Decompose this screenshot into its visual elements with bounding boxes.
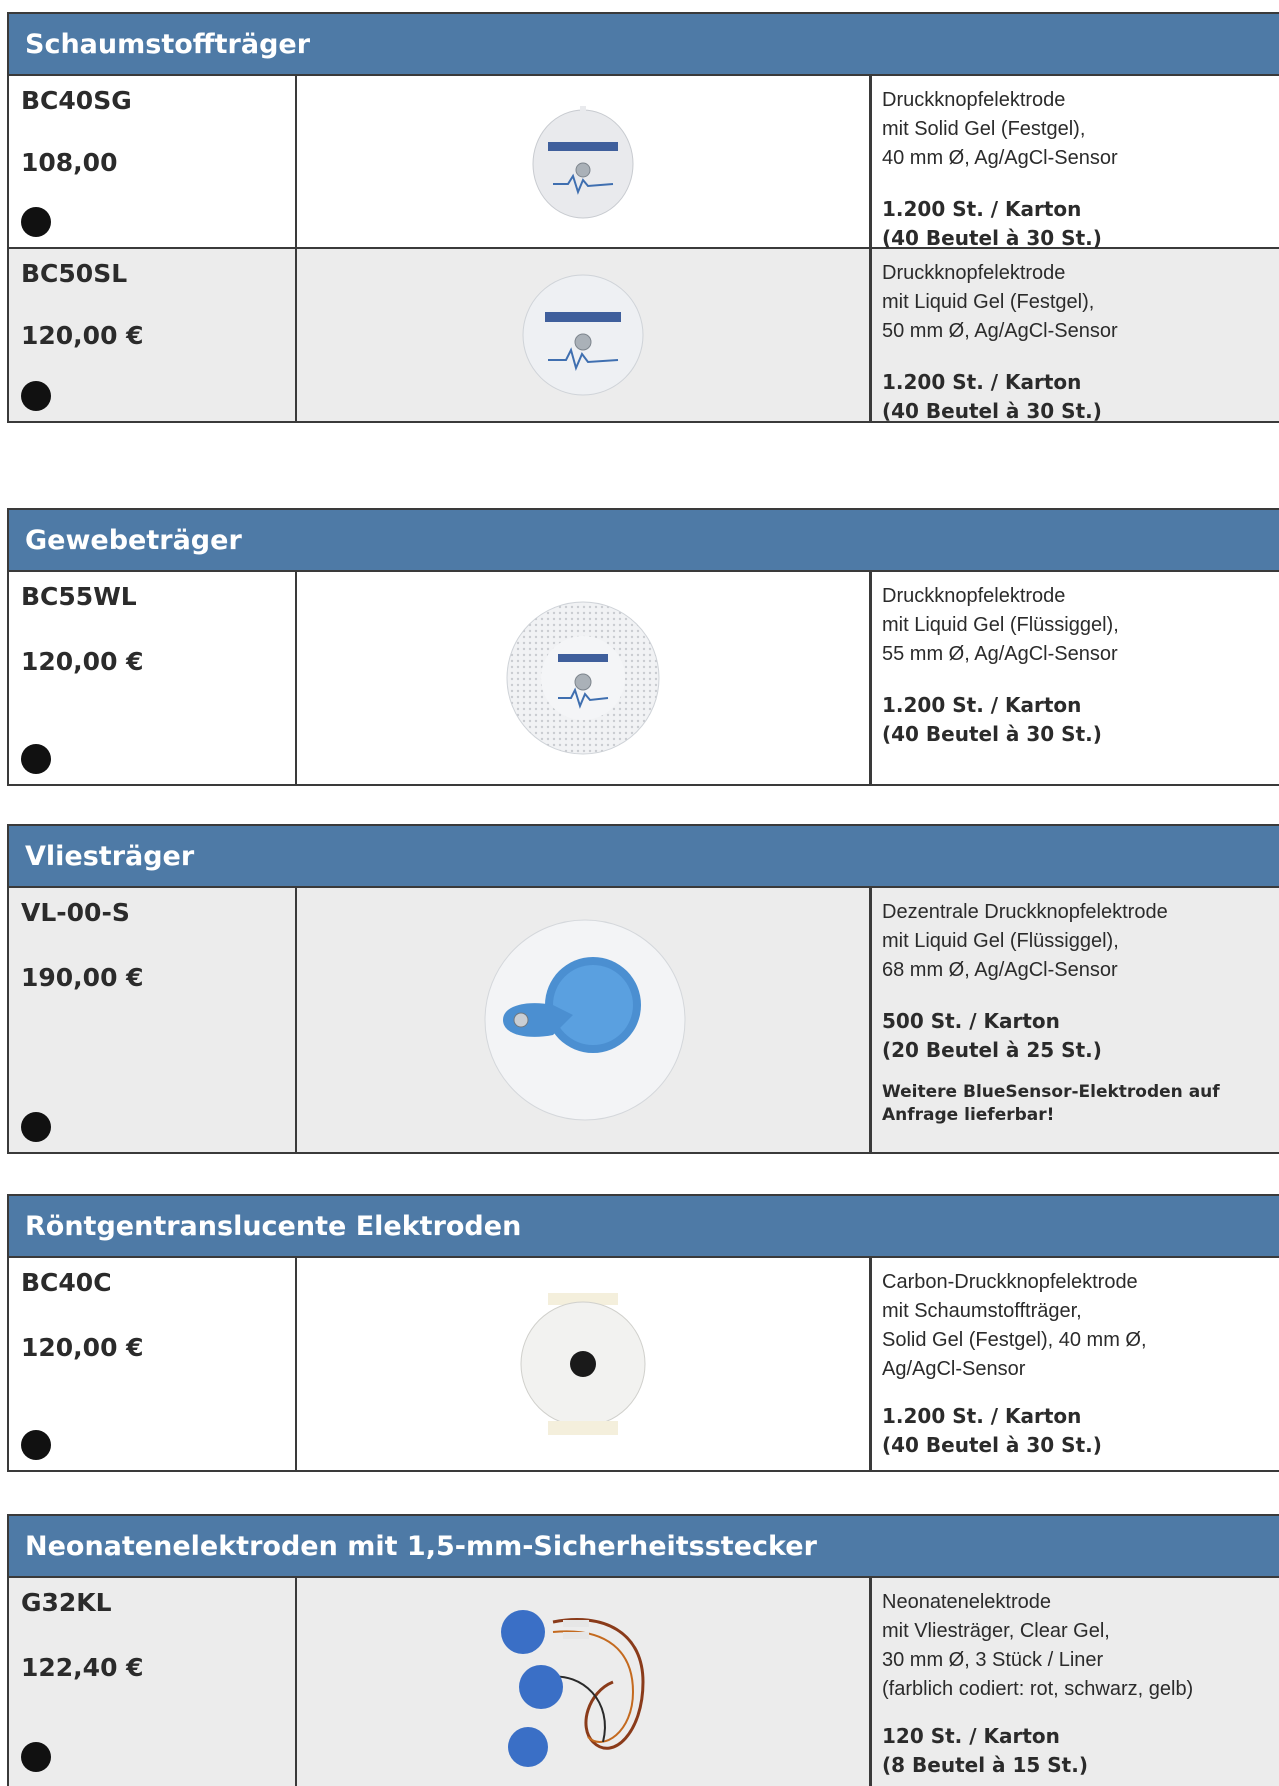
electrode-image-icon	[506, 601, 660, 755]
description-line: 40 mm Ø, Ag/AgCl-Sensor	[882, 147, 1118, 169]
product-id-cell: BC40SG 108,00	[9, 76, 297, 247]
product-details-cell: Druckknopfelektrode mit Liquid Gel (Flüs…	[872, 572, 1279, 784]
product-image-cell	[297, 888, 872, 1152]
product-id-cell: VL-00-S 190,00 €	[9, 888, 297, 1152]
status-dot-icon	[21, 1112, 51, 1142]
description-line: 30 mm Ø, 3 Stück / Liner	[882, 1649, 1104, 1671]
product-image-cell	[297, 1258, 872, 1470]
section-neonatenelektroden: Neonatenelektroden mit 1,5-mm-Sicherheit…	[7, 1514, 1279, 1786]
electrode-image-icon	[484, 919, 686, 1121]
description-line: (farblich codiert: rot, schwarz, gelb)	[882, 1678, 1194, 1700]
status-dot-icon	[21, 207, 51, 237]
qty-line: (8 Beutel à 15 St.)	[882, 1753, 1088, 1777]
description-line: Dezentrale Druckknopfelektrode	[882, 901, 1168, 923]
description-line: mit Liquid Gel (Flüssiggel),	[882, 614, 1119, 636]
description-line: Druckknopfelektrode	[882, 89, 1066, 111]
status-dot-icon	[21, 1742, 51, 1772]
qty-line: 500 St. / Karton	[882, 1009, 1060, 1033]
packaging-qty: 1.200 St. / Karton (40 Beutel à 30 St.)	[882, 368, 1269, 426]
section-title: Vliesträger	[7, 824, 1279, 888]
section-roentgentranslucent: Röntgentranslucente Elektroden BC40C 120…	[7, 1194, 1279, 1472]
status-dot-icon	[21, 744, 51, 774]
product-row: BC40SG 108,00 Druckknopfelektrode mit So…	[7, 76, 1279, 250]
product-code: G32KL	[21, 1588, 112, 1617]
electrode-image-icon	[520, 1293, 646, 1435]
description-line: Carbon-Druckknopfelektrode	[882, 1271, 1138, 1293]
product-image-cell	[297, 76, 872, 247]
description-line: mit Schaumstoffträger,	[882, 1300, 1082, 1322]
product-price: 120,00 €	[21, 647, 144, 676]
note-line: Anfrage lieferbar!	[882, 1105, 1055, 1125]
product-code: BC40SG	[21, 86, 132, 115]
qty-line: 1.200 St. / Karton	[882, 197, 1082, 221]
description-line: Druckknopfelektrode	[882, 585, 1066, 607]
description-line: 68 mm Ø, Ag/AgCl-Sensor	[882, 959, 1118, 981]
status-dot-icon	[21, 381, 51, 411]
qty-line: 1.200 St. / Karton	[882, 1404, 1082, 1428]
qty-line: 1.200 St. / Karton	[882, 693, 1082, 717]
status-dot-icon	[21, 1430, 51, 1460]
product-details-cell: Druckknopfelektrode mit Solid Gel (Festg…	[872, 76, 1279, 250]
electrode-image-icon	[501, 1610, 645, 1767]
section-gewebetraeger: Gewebeträger BC55WL 120,00 € Druckknopfe…	[7, 508, 1279, 786]
availability-note: Weitere BlueSensor-Elektroden auf Anfrag…	[882, 1081, 1269, 1127]
packaging-qty: 1.200 St. / Karton (40 Beutel à 30 St.)	[882, 195, 1269, 253]
product-price: 190,00 €	[21, 963, 144, 992]
product-row: BC55WL 120,00 € Druckknopfelektrode mit …	[7, 572, 1279, 786]
description-line: Druckknopfelektrode	[882, 262, 1066, 284]
note-line: Weitere BlueSensor-Elektroden auf	[882, 1082, 1220, 1102]
product-details-cell: Dezentrale Druckknopfelektrode mit Liqui…	[872, 888, 1279, 1152]
section-title: Röntgentranslucente Elektroden	[7, 1194, 1279, 1258]
product-code: BC50SL	[21, 259, 128, 288]
packaging-qty: 1.200 St. / Karton (40 Beutel à 30 St.)	[882, 691, 1269, 749]
product-code: VL-00-S	[21, 898, 130, 927]
product-row: VL-00-S 190,00 € Dezentrale Druckknopfel…	[7, 888, 1279, 1154]
packaging-qty: 120 St. / Karton (8 Beutel à 15 St.)	[882, 1722, 1269, 1780]
product-price: 122,40 €	[21, 1653, 144, 1682]
description-line: mit Vliesträger, Clear Gel,	[882, 1620, 1110, 1642]
qty-line: (40 Beutel à 30 St.)	[882, 722, 1102, 746]
section-schaumstofftraeger: Schaumstoffträger BC40SG 108,00 Druckkno…	[7, 12, 1279, 423]
qty-line: (40 Beutel à 30 St.)	[882, 1433, 1102, 1457]
product-row: BC50SL 120,00 € Druckknopfelektrode mit …	[7, 249, 1279, 423]
product-code: BC55WL	[21, 582, 137, 611]
qty-line: (40 Beutel à 30 St.)	[882, 399, 1102, 423]
description-line: mit Liquid Gel (Festgel),	[882, 291, 1095, 313]
description-line: Neonatenelektrode	[882, 1591, 1052, 1613]
qty-line: 120 St. / Karton	[882, 1724, 1060, 1748]
section-vliestraeger: Vliesträger VL-00-S 190,00 € Dezentrale …	[7, 824, 1279, 1154]
product-id-cell: BC50SL 120,00 €	[9, 249, 297, 421]
product-row: G32KL 122,40 € Neonatenelektrode mit Vli…	[7, 1578, 1279, 1786]
description-line: 55 mm Ø, Ag/AgCl-Sensor	[882, 643, 1118, 665]
section-title: Neonatenelektroden mit 1,5-mm-Sicherheit…	[7, 1514, 1279, 1578]
product-price: 120,00 €	[21, 321, 144, 350]
packaging-qty: 1.200 St. / Karton (40 Beutel à 30 St.)	[882, 1402, 1269, 1460]
product-price: 120,00 €	[21, 1333, 144, 1362]
product-details-cell: Druckknopfelektrode mit Liquid Gel (Fest…	[872, 249, 1279, 423]
qty-line: 1.200 St. / Karton	[882, 370, 1082, 394]
description-line: Ag/AgCl-Sensor	[882, 1358, 1026, 1380]
description-line: mit Liquid Gel (Flüssiggel),	[882, 930, 1119, 952]
qty-line: (20 Beutel à 25 St.)	[882, 1038, 1102, 1062]
product-id-cell: BC55WL 120,00 €	[9, 572, 297, 784]
electrode-image-icon	[522, 274, 644, 396]
product-details-cell: Carbon-Druckknopfelektrode mit Schaumsto…	[872, 1258, 1279, 1470]
product-id-cell: G32KL 122,40 €	[9, 1578, 297, 1786]
description-line: mit Solid Gel (Festgel),	[882, 118, 1086, 140]
product-details-cell: Neonatenelektrode mit Vliesträger, Clear…	[872, 1578, 1279, 1786]
product-code: BC40C	[21, 1268, 112, 1297]
description-line: 50 mm Ø, Ag/AgCl-Sensor	[882, 320, 1118, 342]
electrode-image-icon	[532, 105, 634, 218]
product-image-cell	[297, 572, 872, 784]
description-line: Solid Gel (Festgel), 40 mm Ø,	[882, 1329, 1147, 1351]
section-title: Schaumstoffträger	[7, 12, 1279, 76]
product-id-cell: BC40C 120,00 €	[9, 1258, 297, 1470]
packaging-qty: 500 St. / Karton (20 Beutel à 25 St.)	[882, 1007, 1269, 1065]
product-image-cell	[297, 1578, 872, 1786]
section-title: Gewebeträger	[7, 508, 1279, 572]
product-price: 108,00	[21, 148, 118, 177]
product-image-cell	[297, 249, 872, 421]
product-row: BC40C 120,00 € Carbon-Druckknopfelektrod…	[7, 1258, 1279, 1472]
